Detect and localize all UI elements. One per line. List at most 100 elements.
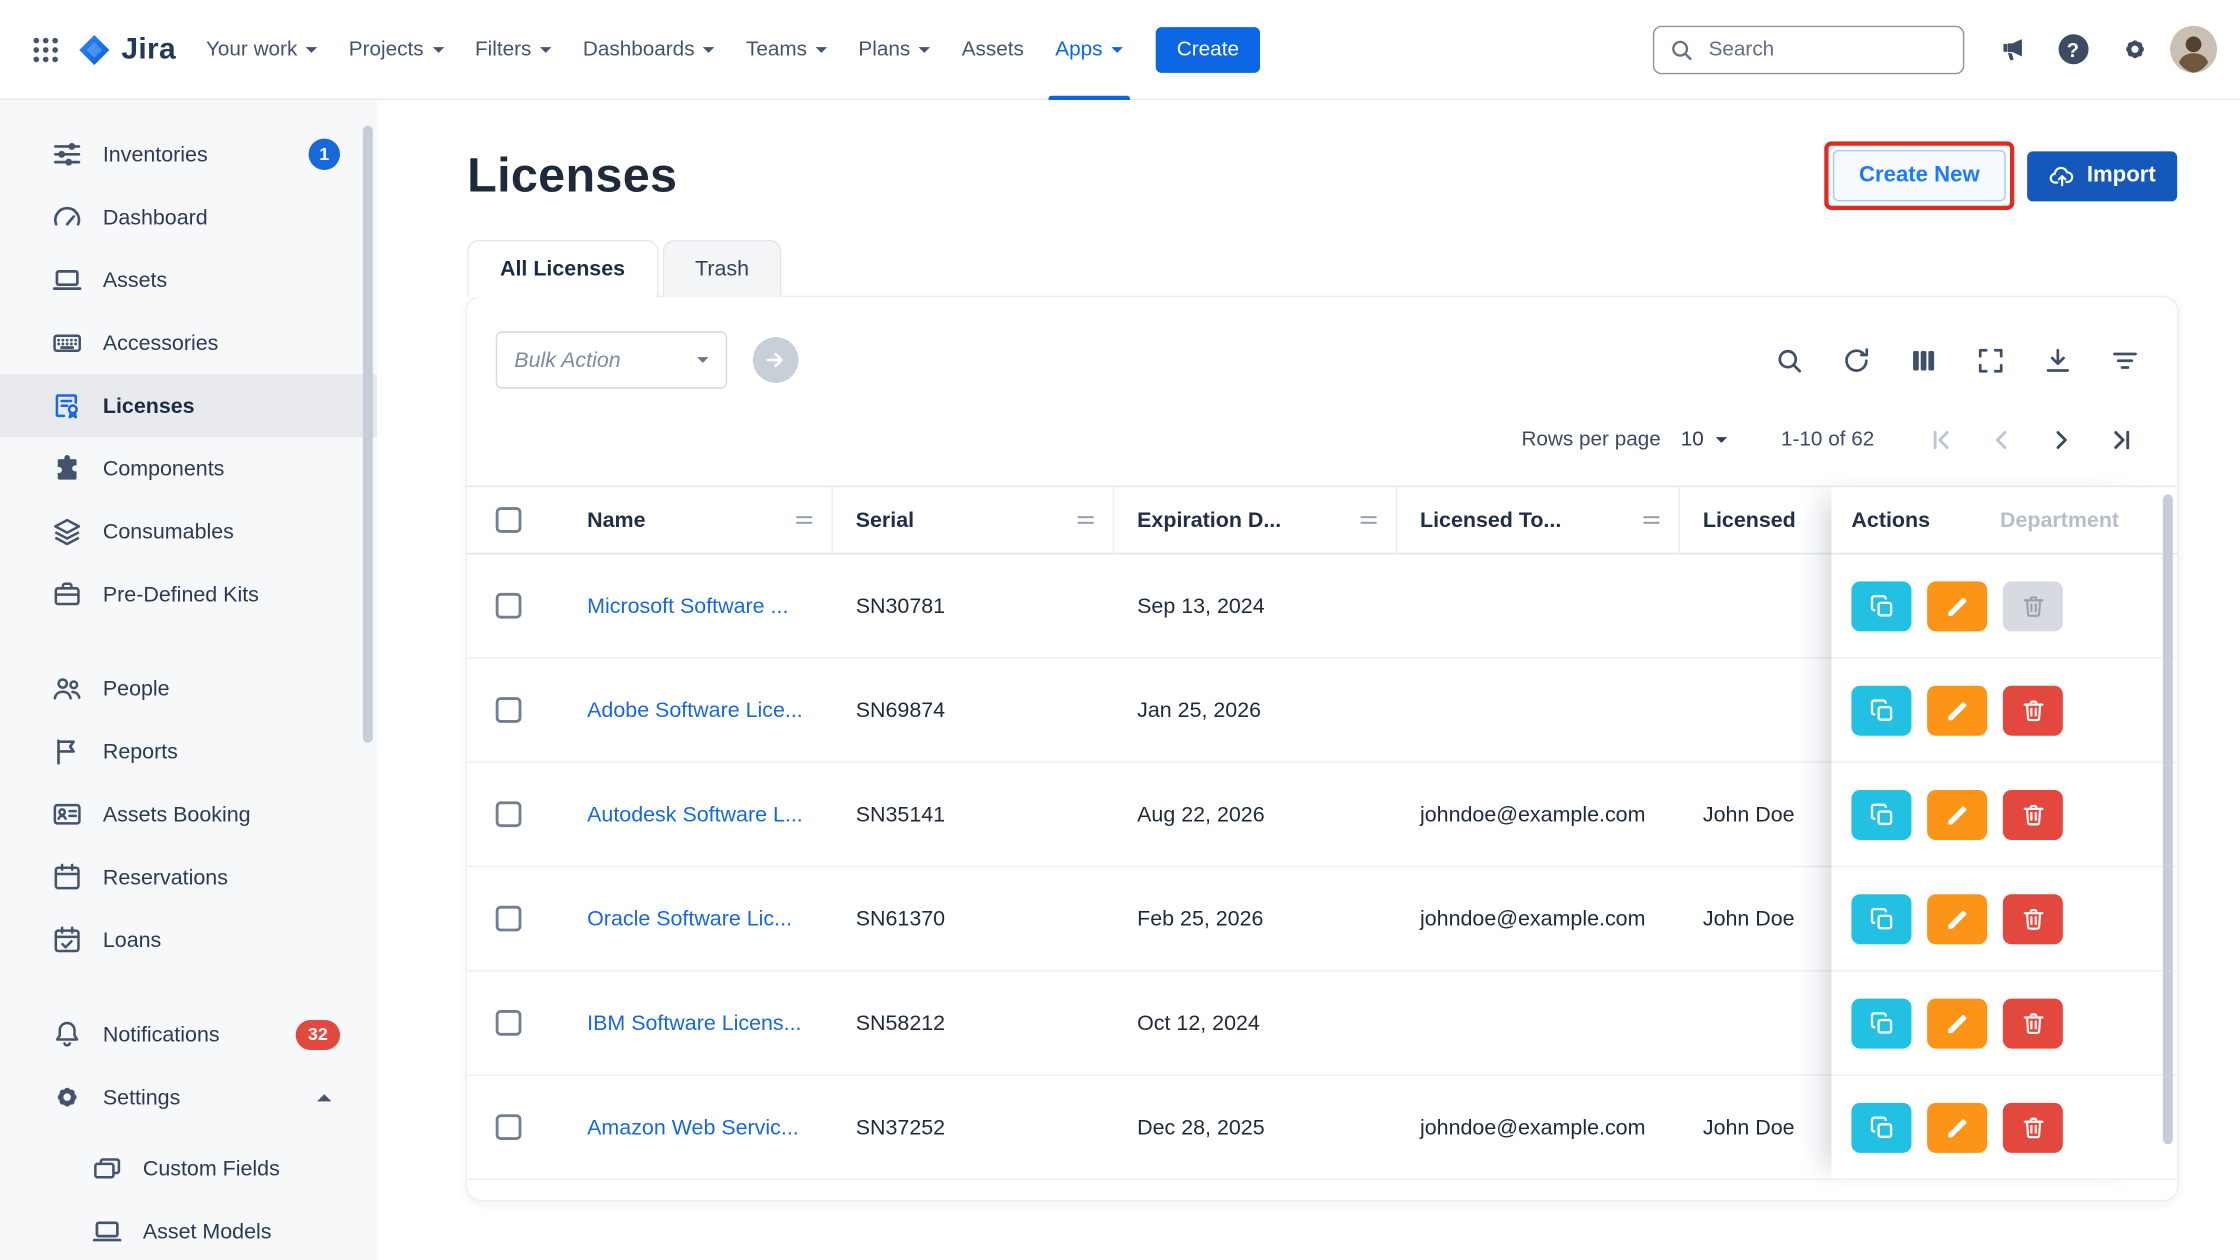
column-header-serial[interactable]: Serial [833,487,1114,553]
rows-per-page-select[interactable]: 10 [1681,429,1727,452]
license-name-link[interactable]: IBM Software Licens... [587,1011,801,1035]
briefcase-icon [51,579,82,610]
row-checkbox[interactable] [496,1010,522,1036]
jira-logo[interactable]: Jira [77,32,176,66]
edit-button[interactable] [1927,789,1987,839]
sidebar-item-components[interactable]: Components [0,437,377,500]
nav-item-label: Your work [206,38,297,61]
license-name-link[interactable]: Oracle Software Lic... [587,906,792,930]
sidebar-item-notifications[interactable]: Notifications 32 [0,1003,377,1066]
sidebar-item-custom-fields[interactable]: Custom Fields [0,1137,377,1200]
column-drag-handle[interactable] [1641,510,1661,530]
export-button[interactable] [2043,345,2073,375]
sidebar-scrollbar[interactable] [363,126,373,743]
actions-column: Actions Department [1831,486,2154,1180]
sidebar-item-pre-defined-kits[interactable]: Pre-Defined Kits [0,563,377,626]
sidebar-item-loans[interactable]: Loans [0,909,377,972]
row-checkbox[interactable] [496,593,522,619]
refresh-button[interactable] [1841,345,1871,375]
announcements-button[interactable] [1986,24,2037,75]
nav-item-your-work[interactable]: Your work [190,0,333,99]
tab-all-licenses[interactable]: All Licenses [467,240,658,297]
fullscreen-button[interactable] [1976,345,2006,375]
column-header-expiration[interactable]: Expiration D... [1114,487,1397,553]
columns-button[interactable] [1909,345,1939,375]
edit-button[interactable] [1927,685,1987,735]
settings-button[interactable] [2109,24,2160,75]
edit-button[interactable] [1927,1102,1987,1152]
table-scrollbar[interactable] [2163,494,2173,1144]
previous-page-button[interactable] [1977,416,2026,465]
column-header-name[interactable]: Name [564,487,833,553]
duplicate-button[interactable] [1851,1102,1911,1152]
sidebar-item-people[interactable]: People [0,657,377,720]
sidebar-item-accessories[interactable]: Accessories [0,311,377,374]
nav-item-projects[interactable]: Projects [333,0,459,99]
filter-button[interactable] [2110,345,2140,375]
fullscreen-icon [1976,345,2006,375]
create-button[interactable]: Create [1155,26,1260,72]
nav-item-assets[interactable]: Assets [946,0,1040,99]
row-checkbox[interactable] [496,1114,522,1140]
select-all-checkbox[interactable] [496,507,522,533]
column-header-licensed-to[interactable]: Licensed To... [1397,487,1680,553]
sidebar-item-assets[interactable]: Assets [0,249,377,312]
delete-button[interactable] [2003,894,2063,944]
row-checkbox[interactable] [496,801,522,827]
sidebar-item-inventories[interactable]: Inventories 1 [0,123,377,186]
sidebar-item-dashboard[interactable]: Dashboard [0,186,377,249]
row-actions [1831,763,2154,867]
row-checkbox[interactable] [496,906,522,932]
sidebar-item-asset-models[interactable]: Asset Models [0,1200,377,1260]
delete-button[interactable] [2003,789,2063,839]
duplicate-button[interactable] [1851,894,1911,944]
bulk-apply-button[interactable] [753,337,799,383]
row-checkbox[interactable] [496,697,522,723]
license-name-link[interactable]: Adobe Software Lice... [587,698,803,722]
license-name-link[interactable]: Autodesk Software L... [587,802,803,826]
next-page-button[interactable] [2037,416,2086,465]
sidebar-item-reservations[interactable]: Reservations [0,846,377,909]
bell-icon [51,1019,82,1050]
duplicate-button[interactable] [1851,581,1911,631]
global-search[interactable] [1653,25,1964,74]
license-name-link[interactable]: Microsoft Software ... [587,594,788,618]
edit-button[interactable] [1927,581,1987,631]
edit-button[interactable] [1927,998,1987,1048]
nav-item-plans[interactable]: Plans [843,0,946,99]
help-button[interactable] [2047,24,2098,75]
nav-item-dashboards[interactable]: Dashboards [567,0,730,99]
nav-item-filters[interactable]: Filters [459,0,567,99]
sidebar-item-settings[interactable]: Settings [0,1066,377,1129]
first-page-button[interactable] [1917,416,1966,465]
columns-icon [1909,345,1939,375]
delete-button[interactable] [2003,1102,2063,1152]
sidebar-item-consumables[interactable]: Consumables [0,500,377,563]
duplicate-button[interactable] [1851,789,1911,839]
app-switcher-button[interactable] [20,24,71,75]
sidebar-item-licenses[interactable]: Licenses [0,374,377,437]
delete-button[interactable] [2003,685,2063,735]
last-page-button[interactable] [2097,416,2146,465]
megaphone-icon [1996,34,2026,64]
sidebar-item-assets-booking[interactable]: Assets Booking [0,783,377,846]
tab-trash[interactable]: Trash [662,240,782,297]
duplicate-button[interactable] [1851,998,1911,1048]
avatar[interactable] [2170,26,2217,73]
edit-button[interactable] [1927,894,1987,944]
nav-item-apps[interactable]: Apps [1040,0,1139,99]
sidebar-item-reports[interactable]: Reports [0,720,377,783]
column-drag-handle[interactable] [1359,510,1379,530]
license-name-link[interactable]: Amazon Web Servic... [587,1115,799,1139]
import-button[interactable]: Import [2027,151,2177,201]
column-drag-handle[interactable] [1076,510,1096,530]
delete-button[interactable] [2003,581,2063,631]
search-input[interactable] [1706,36,1949,62]
bulk-action-select[interactable]: Bulk Action [496,331,727,388]
delete-button[interactable] [2003,998,2063,1048]
nav-item-teams[interactable]: Teams [730,0,842,99]
duplicate-button[interactable] [1851,685,1911,735]
table-search-button[interactable] [1774,345,1804,375]
column-drag-handle[interactable] [794,510,814,530]
create-new-button[interactable]: Create New [1833,150,2005,201]
